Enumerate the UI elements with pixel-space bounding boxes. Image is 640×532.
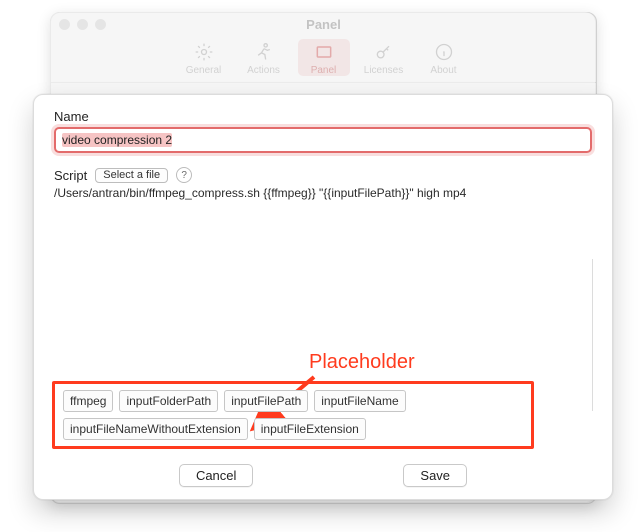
- save-button[interactable]: Save: [403, 464, 467, 487]
- placeholder-chip[interactable]: inputFolderPath: [119, 390, 218, 412]
- name-input[interactable]: video compression 2: [56, 129, 590, 151]
- minimize-dot-icon: [77, 19, 88, 30]
- panel-icon: [313, 41, 335, 63]
- button-row: Cancel Save: [34, 464, 612, 487]
- traffic-lights: [59, 19, 106, 30]
- script-label: Script: [54, 168, 87, 183]
- tab-about: About: [418, 39, 470, 76]
- placeholder-chip[interactable]: inputFileExtension: [254, 418, 366, 440]
- runner-icon: [253, 41, 275, 63]
- parent-title: Panel: [51, 17, 596, 32]
- info-icon: [433, 41, 455, 63]
- save-label: Save: [420, 468, 450, 483]
- cancel-label: Cancel: [196, 468, 236, 483]
- tab-label: About: [430, 65, 456, 76]
- select-file-label: Select a file: [103, 169, 160, 181]
- select-file-button[interactable]: Select a file: [95, 168, 168, 183]
- tab-label: Licenses: [364, 65, 403, 76]
- placeholder-chip[interactable]: ffmpeg: [63, 390, 113, 412]
- name-field-highlight: video compression 2: [54, 127, 592, 153]
- textarea-border: [592, 259, 593, 411]
- close-dot-icon: [59, 19, 70, 30]
- cancel-button[interactable]: Cancel: [179, 464, 253, 487]
- gear-icon: [193, 41, 215, 63]
- tab-label: Panel: [311, 65, 337, 76]
- tab-actions: Actions: [238, 39, 290, 76]
- name-label: Name: [54, 109, 592, 124]
- tab-label: General: [186, 65, 222, 76]
- parent-titlebar: Panel: [51, 13, 596, 35]
- tab-licenses: Licenses: [358, 39, 410, 76]
- placeholder-chip[interactable]: inputFilePath: [224, 390, 308, 412]
- edit-sheet: Name video compression 2 Script Select a…: [33, 94, 613, 500]
- placeholder-chip-group: ffmpeg inputFolderPath inputFilePath inp…: [52, 381, 534, 449]
- script-path-text: /Users/antran/bin/ffmpeg_compress.sh {{f…: [54, 186, 592, 200]
- placeholder-chip[interactable]: inputFileName: [314, 390, 405, 412]
- help-icon[interactable]: ?: [176, 167, 192, 183]
- tab-label: Actions: [247, 65, 280, 76]
- zoom-dot-icon: [95, 19, 106, 30]
- tab-panel: Panel: [298, 39, 350, 76]
- annotation-label: Placeholder: [309, 351, 415, 374]
- name-input-value: video compression 2: [62, 133, 172, 147]
- tab-general: General: [178, 39, 230, 76]
- placeholder-chip[interactable]: inputFileNameWithoutExtension: [63, 418, 248, 440]
- key-icon: [373, 41, 395, 63]
- parent-toolbar: General Actions Panel: [51, 35, 596, 83]
